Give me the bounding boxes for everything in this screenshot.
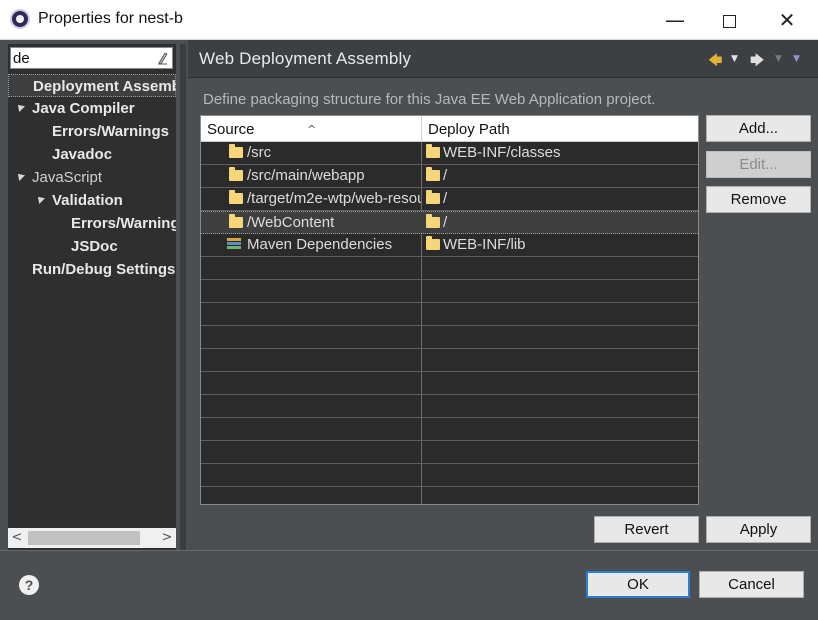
tree-item-label: Deployment Assembly: [33, 78, 176, 95]
forward-arrow-icon[interactable]: 🡆: [750, 50, 764, 69]
expand-toggle-icon[interactable]: [15, 102, 25, 112]
table-row[interactable]: [201, 487, 698, 504]
tree-item[interactable]: Run/Debug Settings: [8, 258, 176, 281]
filter-input[interactable]: [13, 49, 153, 67]
property-tree: Deployment Assembly Java Compiler Errors/W…: [8, 74, 176, 526]
revert-button[interactable]: Revert: [594, 516, 699, 543]
scroll-thumb[interactable]: [28, 531, 140, 545]
table-row[interactable]: [201, 395, 698, 418]
folder-icon: [426, 167, 440, 181]
folder-icon: [229, 214, 243, 228]
source-cell: Maven Dependencies: [247, 236, 393, 253]
tree-horizontal-scrollbar[interactable]: < >: [8, 528, 176, 548]
deploy-path-cell: /: [443, 167, 448, 184]
library-icon: [227, 238, 241, 251]
table-row[interactable]: [201, 418, 698, 441]
expand-toggle-icon[interactable]: [35, 194, 45, 204]
tree-item[interactable]: Java Compiler: [8, 97, 176, 120]
source-cell: /src/main/webapp: [247, 167, 365, 184]
help-icon[interactable]: ?: [19, 575, 39, 595]
ok-button[interactable]: OK: [586, 571, 690, 598]
eclipse-icon: [10, 9, 30, 29]
page-content: Define packaging structure for this Java…: [188, 79, 818, 551]
folder-icon: [229, 167, 243, 181]
maximize-icon: [722, 15, 736, 28]
scroll-right-icon[interactable]: >: [158, 528, 176, 548]
column-deploy-path-label: Deploy Path: [428, 121, 510, 138]
table-row[interactable]: /src/main/webapp /: [201, 165, 698, 188]
table-row[interactable]: /WebContent /: [201, 211, 698, 234]
view-menu-icon[interactable]: ▼: [793, 54, 800, 72]
scroll-left-icon[interactable]: <: [8, 528, 26, 548]
remove-button[interactable]: Remove: [706, 186, 811, 213]
edit-button[interactable]: Edit...: [706, 151, 811, 178]
source-cell: /src: [247, 144, 272, 161]
tree-item[interactable]: Deployment Assembly: [8, 74, 176, 97]
back-history-dropdown-icon[interactable]: ▼: [731, 54, 738, 72]
table-row[interactable]: /src WEB-INF/classes: [201, 142, 698, 165]
folder-icon: [229, 144, 243, 158]
deploy-path-cell: WEB-INF/lib: [443, 236, 526, 253]
folder-icon: [229, 190, 243, 204]
filter-field[interactable]: [10, 47, 173, 69]
forward-history-dropdown-icon[interactable]: ▼: [775, 54, 782, 72]
tree-item-label: Run/Debug Settings: [32, 261, 176, 278]
sort-up-icon: ^: [307, 123, 317, 136]
tree-item[interactable]: JSDoc: [8, 235, 176, 258]
tree-item[interactable]: Validation: [8, 189, 176, 212]
column-source-label: Source: [207, 121, 255, 138]
deploy-path-cell: /: [443, 214, 448, 231]
assembly-table[interactable]: Source ^ Deploy Path /src WEB-INF/classes…: [200, 115, 699, 505]
folder-icon: [426, 144, 440, 158]
tree-item-label: JSDoc: [71, 238, 118, 255]
column-header-source[interactable]: Source ^: [201, 116, 422, 142]
tree-item-label: Errors/Warnings: [52, 123, 169, 140]
table-header: Source ^ Deploy Path: [201, 116, 698, 142]
maximize-button[interactable]: [700, 0, 758, 40]
cancel-button[interactable]: Cancel: [699, 571, 804, 598]
column-header-deploy-path[interactable]: Deploy Path: [422, 116, 698, 142]
page-header: Web Deployment Assembly 🡄 ▼ 🡆 ▼ ▼: [188, 40, 818, 78]
folder-icon: [426, 214, 440, 228]
tree-item-label: Errors/Warnings: [71, 215, 176, 232]
tree-item-label: Validation: [52, 192, 123, 209]
table-row[interactable]: /target/m2e-wtp/web-resources /: [201, 188, 698, 211]
folder-icon: [426, 190, 440, 204]
clear-filter-icon[interactable]: [154, 50, 170, 66]
deploy-path-cell: /: [443, 190, 448, 207]
source-cell: /WebContent: [247, 214, 335, 231]
source-cell: /target/m2e-wtp/web-resources: [247, 190, 421, 207]
table-row[interactable]: [201, 349, 698, 372]
tree-item[interactable]: Errors/Warnings: [8, 120, 176, 143]
page-description: Define packaging structure for this Java…: [203, 91, 656, 108]
table-row[interactable]: [201, 464, 698, 487]
page-title: Web Deployment Assembly: [199, 49, 412, 68]
table-row[interactable]: Maven Dependencies WEB-INF/lib: [201, 234, 698, 257]
tree-item[interactable]: Errors/Warnings: [8, 212, 176, 235]
window-title: Properties for nest-b: [38, 10, 183, 27]
title-bar: Properties for nest-b — ✕: [0, 0, 818, 40]
panel-sash[interactable]: [180, 44, 186, 550]
deploy-path-cell: WEB-INF/classes: [443, 144, 561, 161]
dialog-button-bar: ? OK Cancel: [0, 551, 818, 620]
add-button[interactable]: Add...: [706, 115, 811, 142]
table-row[interactable]: [201, 441, 698, 464]
table-row[interactable]: [201, 372, 698, 395]
table-row[interactable]: [201, 303, 698, 326]
tree-item-label: Javadoc: [52, 146, 113, 163]
property-tree-panel: Deployment Assembly Java Compiler Errors/W…: [8, 44, 176, 550]
tree-item[interactable]: Javadoc: [8, 143, 176, 166]
minimize-button[interactable]: —: [646, 0, 704, 40]
folder-icon: [426, 236, 440, 250]
apply-button[interactable]: Apply: [706, 516, 811, 543]
table-row[interactable]: [201, 280, 698, 303]
back-arrow-icon[interactable]: 🡄: [708, 50, 722, 69]
expand-toggle-icon[interactable]: [15, 171, 25, 181]
table-row[interactable]: [201, 326, 698, 349]
tree-item-label: Java Compiler: [32, 100, 135, 117]
tree-item[interactable]: JavaScript: [8, 166, 176, 189]
tree-item-label: JavaScript: [32, 169, 103, 186]
close-button[interactable]: ✕: [758, 0, 816, 40]
table-row[interactable]: [201, 257, 698, 280]
